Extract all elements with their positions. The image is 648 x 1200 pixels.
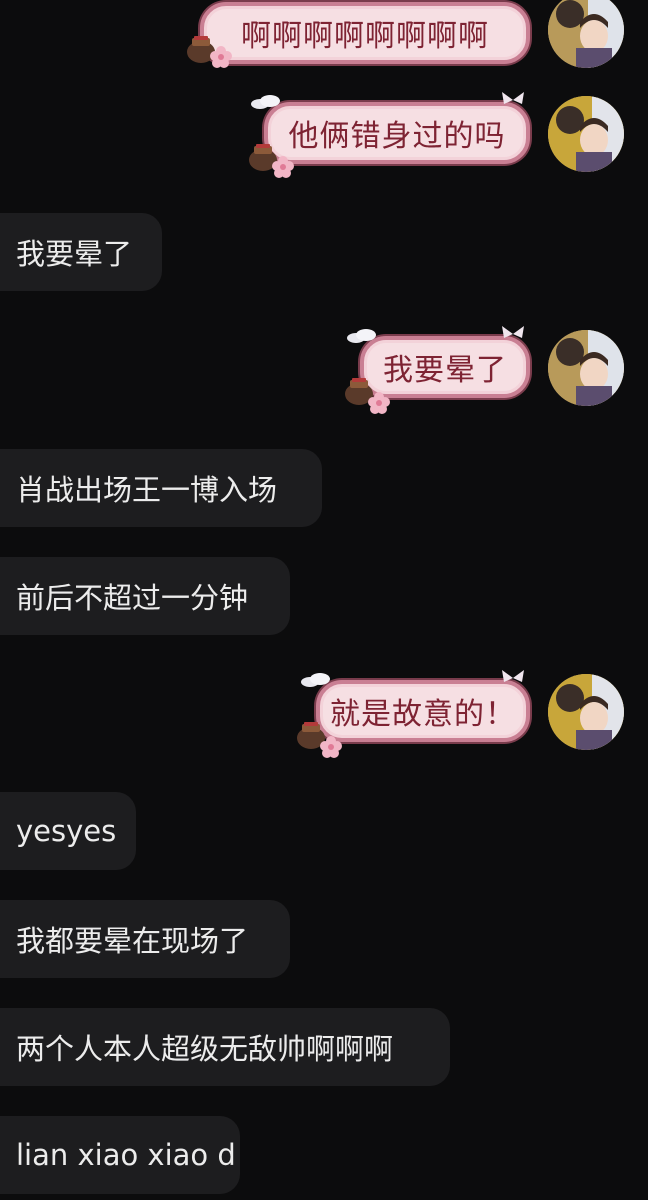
incoming-message-bubble[interactable]: lian xiao xiao d [0,1116,240,1194]
chat-window: 啊啊啊啊啊啊啊啊 他俩错身过的吗 我要晕了 我要晕了 肖战出场王一博入场 前后不… [0,0,648,1200]
message-text: 他俩错身过的吗 [288,119,506,154]
outgoing-message-row: 他俩错身过的吗 [0,92,648,178]
message-text: 我要晕了 [16,237,133,271]
outgoing-message-bubble[interactable]: 我要晕了 [360,336,530,398]
flower-sticker-icon [272,156,294,178]
message-text: 我要晕了 [383,353,507,388]
outgoing-message-row: 我要晕了 [0,326,648,414]
outgoing-message-row: 啊啊啊啊啊啊啊啊 [0,0,648,72]
message-text: 就是故意的！ [330,697,516,732]
bow-sticker-icon [502,92,524,104]
user-avatar-icon[interactable] [548,674,624,750]
incoming-message-bubble[interactable]: 我要晕了 [0,213,162,291]
bow-sticker-icon [502,670,524,682]
incoming-message-bubble[interactable]: yesyes [0,792,136,870]
incoming-message-bubble[interactable]: 前后不超过一分钟 [0,557,290,635]
incoming-message-bubble[interactable]: 我都要晕在现场了 [0,900,290,978]
message-text: 前后不超过一分钟 [16,581,249,615]
outgoing-message-bubble[interactable]: 就是故意的！ [316,680,530,742]
outgoing-message-bubble[interactable]: 啊啊啊啊啊啊啊啊 [200,2,530,64]
message-text: 我都要晕在现场了 [16,924,249,958]
incoming-message-bubble[interactable]: 肖战出场王一博入场 [0,449,322,527]
user-avatar-icon[interactable] [548,96,624,172]
flower-sticker-icon [210,46,232,68]
incoming-message-bubble[interactable]: 两个人本人超级无敌帅啊啊啊 [0,1008,450,1086]
user-avatar-icon[interactable] [548,0,624,68]
message-text: yesyes [16,814,117,848]
user-avatar-icon[interactable] [548,330,624,406]
cloud-sticker-icon [301,673,330,687]
outgoing-message-bubble[interactable]: 他俩错身过的吗 [264,102,530,164]
message-text: 啊啊啊啊啊啊啊啊 [241,19,489,54]
message-text: 两个人本人超级无敌帅啊啊啊 [16,1032,394,1066]
bow-sticker-icon [502,326,524,338]
cloud-sticker-icon [251,95,280,109]
cloud-sticker-icon [347,329,376,343]
flower-sticker-icon [320,736,342,758]
message-text: lian xiao xiao d [16,1138,236,1172]
message-text: 肖战出场王一博入场 [16,473,278,507]
flower-sticker-icon [368,392,390,414]
outgoing-message-row: 就是故意的！ [0,670,648,758]
